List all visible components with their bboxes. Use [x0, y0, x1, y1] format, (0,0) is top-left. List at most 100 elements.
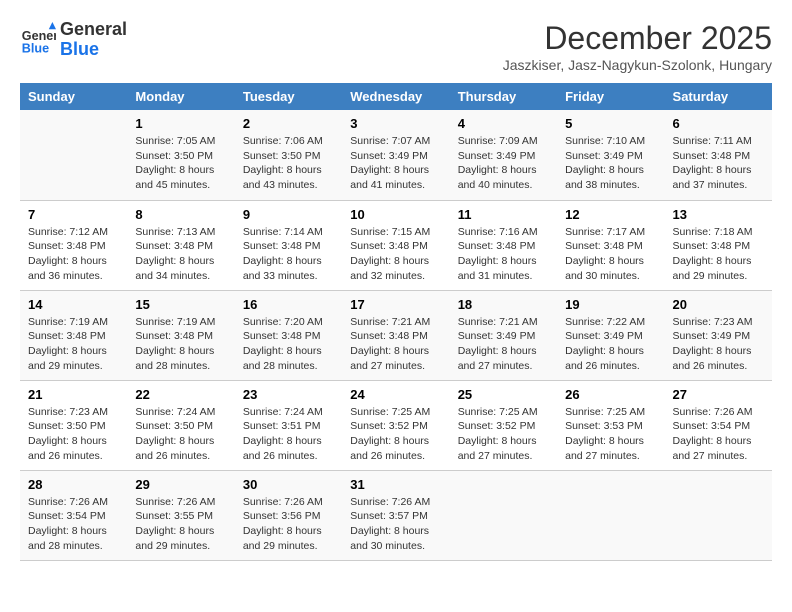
- day-info: Sunrise: 7:26 AMSunset: 3:54 PMDaylight:…: [28, 495, 119, 554]
- day-cell: 2Sunrise: 7:06 AMSunset: 3:50 PMDaylight…: [235, 110, 342, 200]
- day-info: Sunrise: 7:25 AMSunset: 3:52 PMDaylight:…: [350, 405, 441, 464]
- day-info: Sunrise: 7:06 AMSunset: 3:50 PMDaylight:…: [243, 134, 334, 193]
- day-info: Sunrise: 7:12 AMSunset: 3:48 PMDaylight:…: [28, 225, 119, 284]
- day-number: 28: [28, 477, 119, 492]
- day-number: 12: [565, 207, 656, 222]
- day-cell: 3 Sunrise: 7:07 AMSunset: 3:49 PMDaylight…: [342, 110, 449, 200]
- page-header: General Blue General Blue December 2025 …: [20, 20, 772, 73]
- column-header-monday: Monday: [127, 83, 234, 110]
- day-number: 23: [243, 387, 334, 402]
- day-cell: 26 Sunrise: 7:25 AMSunset: 3:53 PMDayligh…: [557, 380, 664, 470]
- day-cell: 11Sunrise: 7:16 AMSunset: 3:48 PMDayligh…: [450, 200, 557, 290]
- day-cell: 21 Sunrise: 7:23 AMSunset: 3:50 PMDayligh…: [20, 380, 127, 470]
- day-number: 13: [673, 207, 764, 222]
- day-number: 25: [458, 387, 549, 402]
- day-info: Sunrise: 7:10 AMSunset: 3:49 PMDaylight:…: [565, 134, 656, 193]
- day-cell: 8 Sunrise: 7:13 AMSunset: 3:48 PMDaylight…: [127, 200, 234, 290]
- day-cell: 6 Sunrise: 7:11 AMSunset: 3:48 PMDaylight…: [665, 110, 772, 200]
- day-info: Sunrise: 7:20 AMSunset: 3:48 PMDaylight:…: [243, 315, 334, 374]
- day-number: 26: [565, 387, 656, 402]
- week-row-5: 28 Sunrise: 7:26 AMSunset: 3:54 PMDayligh…: [20, 470, 772, 560]
- location-subtitle: Jaszkiser, Jasz-Nagykun-Szolonk, Hungary: [503, 57, 772, 73]
- logo: General Blue General Blue: [20, 20, 127, 60]
- day-number: 6: [673, 116, 764, 131]
- day-number: 17: [350, 297, 441, 312]
- day-number: 10: [350, 207, 441, 222]
- day-cell: 9Sunrise: 7:14 AMSunset: 3:48 PMDaylight…: [235, 200, 342, 290]
- day-cell: [665, 470, 772, 560]
- day-info: Sunrise: 7:21 AMSunset: 3:49 PMDaylight:…: [458, 315, 549, 374]
- day-cell: 5 Sunrise: 7:10 AMSunset: 3:49 PMDaylight…: [557, 110, 664, 200]
- column-header-saturday: Saturday: [665, 83, 772, 110]
- day-cell: 23Sunrise: 7:24 AMSunset: 3:51 PMDayligh…: [235, 380, 342, 470]
- day-info: Sunrise: 7:16 AMSunset: 3:48 PMDaylight:…: [458, 225, 549, 284]
- day-cell: 18 Sunrise: 7:21 AMSunset: 3:49 PMDayligh…: [450, 290, 557, 380]
- day-info: Sunrise: 7:24 AMSunset: 3:50 PMDaylight:…: [135, 405, 226, 464]
- day-info: Sunrise: 7:19 AMSunset: 3:48 PMDaylight:…: [28, 315, 119, 374]
- week-row-3: 14Sunrise: 7:19 AMSunset: 3:48 PMDayligh…: [20, 290, 772, 380]
- day-number: 1: [135, 116, 226, 131]
- day-number: 30: [243, 477, 334, 492]
- day-info: Sunrise: 7:25 AMSunset: 3:53 PMDaylight:…: [565, 405, 656, 464]
- day-cell: 27 Sunrise: 7:26 AMSunset: 3:54 PMDayligh…: [665, 380, 772, 470]
- day-number: 20: [673, 297, 764, 312]
- day-cell: 31 Sunrise: 7:26 AMSunset: 3:57 PMDayligh…: [342, 470, 449, 560]
- day-number: 5: [565, 116, 656, 131]
- calendar-table: SundayMondayTuesdayWednesdayThursdayFrid…: [20, 83, 772, 561]
- day-cell: 13 Sunrise: 7:18 AMSunset: 3:48 PMDayligh…: [665, 200, 772, 290]
- day-info: Sunrise: 7:18 AMSunset: 3:48 PMDaylight:…: [673, 225, 764, 284]
- day-number: 15: [135, 297, 226, 312]
- day-number: 24: [350, 387, 441, 402]
- day-cell: 12 Sunrise: 7:17 AMSunset: 3:48 PMDayligh…: [557, 200, 664, 290]
- day-cell: 16 Sunrise: 7:20 AMSunset: 3:48 PMDayligh…: [235, 290, 342, 380]
- day-number: 8: [135, 207, 226, 222]
- day-cell: 14Sunrise: 7:19 AMSunset: 3:48 PMDayligh…: [20, 290, 127, 380]
- day-cell: 10 Sunrise: 7:15 AMSunset: 3:48 PMDayligh…: [342, 200, 449, 290]
- day-number: 3: [350, 116, 441, 131]
- day-info: Sunrise: 7:17 AMSunset: 3:48 PMDaylight:…: [565, 225, 656, 284]
- title-block: December 2025 Jaszkiser, Jasz-Nagykun-Sz…: [503, 20, 772, 73]
- day-info: Sunrise: 7:26 AMSunset: 3:57 PMDaylight:…: [350, 495, 441, 554]
- logo-icon: General Blue: [20, 22, 56, 58]
- svg-text:Blue: Blue: [22, 41, 49, 55]
- day-info: Sunrise: 7:26 AMSunset: 3:56 PMDaylight:…: [243, 495, 334, 554]
- day-cell: 19Sunrise: 7:22 AMSunset: 3:49 PMDayligh…: [557, 290, 664, 380]
- column-header-wednesday: Wednesday: [342, 83, 449, 110]
- day-number: 4: [458, 116, 549, 131]
- day-info: Sunrise: 7:05 AMSunset: 3:50 PMDaylight:…: [135, 134, 226, 193]
- day-number: 31: [350, 477, 441, 492]
- day-info: Sunrise: 7:11 AMSunset: 3:48 PMDaylight:…: [673, 134, 764, 193]
- logo-text: General Blue: [60, 20, 127, 60]
- day-number: 16: [243, 297, 334, 312]
- day-info: Sunrise: 7:23 AMSunset: 3:50 PMDaylight:…: [28, 405, 119, 464]
- day-info: Sunrise: 7:26 AMSunset: 3:54 PMDaylight:…: [673, 405, 764, 464]
- column-header-tuesday: Tuesday: [235, 83, 342, 110]
- day-info: Sunrise: 7:19 AMSunset: 3:48 PMDaylight:…: [135, 315, 226, 374]
- day-info: Sunrise: 7:15 AMSunset: 3:48 PMDaylight:…: [350, 225, 441, 284]
- day-info: Sunrise: 7:25 AMSunset: 3:52 PMDaylight:…: [458, 405, 549, 464]
- day-cell: 25 Sunrise: 7:25 AMSunset: 3:52 PMDayligh…: [450, 380, 557, 470]
- day-info: Sunrise: 7:23 AMSunset: 3:49 PMDaylight:…: [673, 315, 764, 374]
- day-number: 21: [28, 387, 119, 402]
- day-cell: 15 Sunrise: 7:19 AMSunset: 3:48 PMDayligh…: [127, 290, 234, 380]
- day-number: 29: [135, 477, 226, 492]
- calendar-header-row: SundayMondayTuesdayWednesdayThursdayFrid…: [20, 83, 772, 110]
- column-header-thursday: Thursday: [450, 83, 557, 110]
- day-info: Sunrise: 7:14 AMSunset: 3:48 PMDaylight:…: [243, 225, 334, 284]
- day-info: Sunrise: 7:13 AMSunset: 3:48 PMDaylight:…: [135, 225, 226, 284]
- day-number: 27: [673, 387, 764, 402]
- day-info: Sunrise: 7:07 AMSunset: 3:49 PMDaylight:…: [350, 134, 441, 193]
- day-number: 19: [565, 297, 656, 312]
- day-number: 18: [458, 297, 549, 312]
- day-number: 22: [135, 387, 226, 402]
- day-cell: [20, 110, 127, 200]
- day-cell: [450, 470, 557, 560]
- day-cell: 29Sunrise: 7:26 AMSunset: 3:55 PMDayligh…: [127, 470, 234, 560]
- day-cell: 28 Sunrise: 7:26 AMSunset: 3:54 PMDayligh…: [20, 470, 127, 560]
- day-cell: 4 Sunrise: 7:09 AMSunset: 3:49 PMDaylight…: [450, 110, 557, 200]
- day-cell: 7Sunrise: 7:12 AMSunset: 3:48 PMDaylight…: [20, 200, 127, 290]
- column-header-sunday: Sunday: [20, 83, 127, 110]
- day-cell: 24 Sunrise: 7:25 AMSunset: 3:52 PMDayligh…: [342, 380, 449, 470]
- day-info: Sunrise: 7:09 AMSunset: 3:49 PMDaylight:…: [458, 134, 549, 193]
- week-row-1: 1 Sunrise: 7:05 AMSunset: 3:50 PMDaylight…: [20, 110, 772, 200]
